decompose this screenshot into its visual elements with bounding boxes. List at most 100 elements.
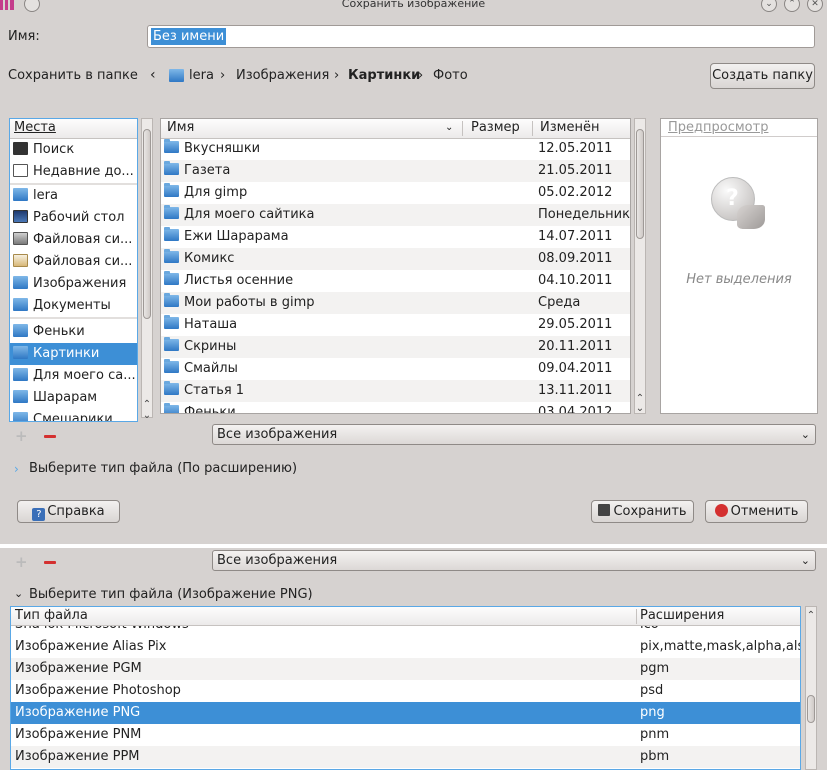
place-item[interactable]: Документы xyxy=(10,295,137,317)
filetype-ext: pbm xyxy=(640,749,670,764)
filename-input[interactable]: Без имени xyxy=(147,25,815,48)
file-row[interactable]: Феньки 03.04.2012 xyxy=(161,402,630,413)
remove-bookmark-icon[interactable] xyxy=(44,435,56,438)
sort-chevron-icon[interactable]: ⌄ xyxy=(445,122,453,133)
file-row[interactable]: Вкусняшки 12.05.2011 xyxy=(161,138,630,160)
files-scrollbar[interactable] xyxy=(634,118,646,414)
preview-pane: Предпросмотр ? Нет выделения xyxy=(660,118,818,414)
file-filter-combo-2[interactable]: Все изображения ⌄ xyxy=(212,550,816,571)
file-row[interactable]: Для gimp 05.02.2012 xyxy=(161,182,630,204)
files-scroll-down-icon[interactable]: ⌄ xyxy=(633,404,647,414)
place-item[interactable]: Недавние до... xyxy=(10,161,137,183)
file-row[interactable]: Статья 1 13.11.2011 xyxy=(161,380,630,402)
filetype-list: Значок Microsoft WindowsicoИзображение A… xyxy=(11,626,800,769)
filetype-row[interactable]: Изображение PGM pgm xyxy=(11,658,800,680)
close-button[interactable]: ✕ xyxy=(807,0,823,12)
filetype-row[interactable]: Изображение Photoshop psd xyxy=(11,680,800,702)
filetype-ext: ico xyxy=(640,626,659,636)
create-folder-button[interactable]: Создать папку xyxy=(710,63,815,89)
preview-header: Предпросмотр xyxy=(661,119,817,137)
breadcrumb-lera[interactable]: lera xyxy=(189,68,214,83)
file-name-text: Для моего сайтика xyxy=(184,207,315,222)
breadcrumb-pictures[interactable]: Картинки xyxy=(348,68,420,83)
place-item[interactable]: Феньки xyxy=(10,321,137,343)
column-filetype[interactable]: Тип файла xyxy=(15,608,88,623)
filetype-scroll-thumb[interactable] xyxy=(807,695,815,723)
places-scroll-up-icon[interactable]: ⌃ xyxy=(140,400,154,410)
filetype-expander-label[interactable]: Выберите тип файла (По расширению) xyxy=(29,461,297,476)
filetype-row-partial[interactable]: Значок Microsoft Windows ico xyxy=(11,626,800,636)
places-scroll-thumb[interactable] xyxy=(143,129,151,319)
place-item[interactable]: Шарарам xyxy=(10,387,137,409)
file-row[interactable]: Мои работы в gimp Среда xyxy=(161,292,630,314)
filetype-scrollbar[interactable] xyxy=(805,606,817,770)
folder-icon xyxy=(164,227,179,241)
remove-bookmark-icon[interactable] xyxy=(44,561,56,564)
file-name-text: Статья 1 xyxy=(184,383,245,398)
file-row[interactable]: Смайлы 09.04.2011 xyxy=(161,358,630,380)
places-scroll-down-icon[interactable]: ⌄ xyxy=(140,411,154,421)
file-modified: 14.07.2011 xyxy=(538,229,613,244)
files-pane[interactable]: Имя ⌄ Размер Изменён Вкусняшки 12.05.2011… xyxy=(160,118,631,414)
expander-down-icon[interactable]: ⌄ xyxy=(14,587,23,600)
save-button[interactable]: Сохранить xyxy=(591,500,694,523)
filetype-table[interactable]: Тип файла Расширения Значок Microsoft Wi… xyxy=(10,606,801,770)
help-button[interactable]: ? Справка xyxy=(17,500,120,523)
file-row[interactable]: Листья осенние 04.10.2011 xyxy=(161,270,630,292)
file-row[interactable]: Скрины 20.11.2011 xyxy=(161,336,630,358)
breadcrumb-images[interactable]: Изображения xyxy=(236,68,329,83)
file-filter-value: Все изображения xyxy=(217,427,338,442)
folder-icon xyxy=(164,293,179,307)
places-header[interactable]: Места xyxy=(10,119,137,139)
wilber-icon xyxy=(737,205,765,229)
filetype-scroll-up-icon[interactable]: ⌃ xyxy=(804,611,818,621)
filetype-row[interactable]: Изображение Alias Pix pix,matte,mask,alph… xyxy=(11,636,800,658)
place-item[interactable]: Файловая си... xyxy=(10,251,137,273)
place-item[interactable]: Картинки xyxy=(10,343,137,365)
folder-icon xyxy=(13,390,28,403)
files-scroll-thumb[interactable] xyxy=(636,129,644,239)
column-modified[interactable]: Изменён xyxy=(540,120,599,135)
place-item[interactable]: Поиск xyxy=(10,139,137,161)
file-filter-combo[interactable]: Все изображения ⌄ xyxy=(212,424,816,445)
filetype-ext: psd xyxy=(640,683,664,698)
places-header-label: Места xyxy=(14,120,56,135)
place-item[interactable]: Файловая си... xyxy=(10,229,137,251)
maximize-button[interactable]: ⌃ xyxy=(784,0,800,12)
file-row[interactable]: Газета 21.05.2011 xyxy=(161,160,630,182)
add-bookmark-icon[interactable]: + xyxy=(15,553,28,571)
file-name: Статья 1 xyxy=(164,380,244,402)
folder-icon xyxy=(164,161,179,175)
place-item[interactable]: Изображения xyxy=(10,273,137,295)
file-name: Газета xyxy=(164,160,230,182)
file-row[interactable]: Наташа 29.05.2011 xyxy=(161,314,630,336)
file-row[interactable]: Ежи Шарарама 14.07.2011 xyxy=(161,226,630,248)
column-size[interactable]: Размер xyxy=(471,120,520,135)
breadcrumb-back-arrow[interactable]: ‹ xyxy=(150,67,156,83)
home-folder-icon xyxy=(13,188,28,201)
file-row[interactable]: Для моего сайтика Понедельник xyxy=(161,204,630,226)
place-item[interactable]: lera xyxy=(10,185,137,207)
places-pane[interactable]: Места Поиск Недавние до... lera Рабочий сто… xyxy=(9,118,138,422)
column-extensions[interactable]: Расширения xyxy=(640,608,724,623)
filename-value: Без имени xyxy=(151,28,227,45)
filetype-row[interactable]: Изображение PNG png xyxy=(11,702,800,724)
filetype-row[interactable]: Изображение PNM pnm xyxy=(11,724,800,746)
place-item[interactable]: Смешарики xyxy=(10,409,137,421)
file-row[interactable]: Комикс 08.09.2011 xyxy=(161,248,630,270)
minimize-button[interactable]: ⌄ xyxy=(761,0,777,12)
places-scrollbar[interactable] xyxy=(141,118,153,418)
expander-right-icon[interactable]: › xyxy=(14,462,19,476)
breadcrumb-separator: › xyxy=(220,68,226,83)
folder-icon xyxy=(164,381,179,395)
filetype-expander-label-2[interactable]: Выберите тип файла (Изображение PNG) xyxy=(29,587,313,602)
place-item[interactable]: Рабочий стол xyxy=(10,207,137,229)
column-name[interactable]: Имя xyxy=(167,120,194,135)
filetype-row[interactable]: Изображение PPM pbm xyxy=(11,746,800,768)
file-name-text: Ежи Шарарама xyxy=(184,229,289,244)
place-item[interactable]: Для моего са... xyxy=(10,365,137,387)
cancel-button[interactable]: Отменить xyxy=(705,500,808,523)
add-bookmark-icon[interactable]: + xyxy=(15,427,28,445)
cancel-icon xyxy=(714,504,728,517)
breadcrumb-photo[interactable]: Фото xyxy=(433,68,468,83)
